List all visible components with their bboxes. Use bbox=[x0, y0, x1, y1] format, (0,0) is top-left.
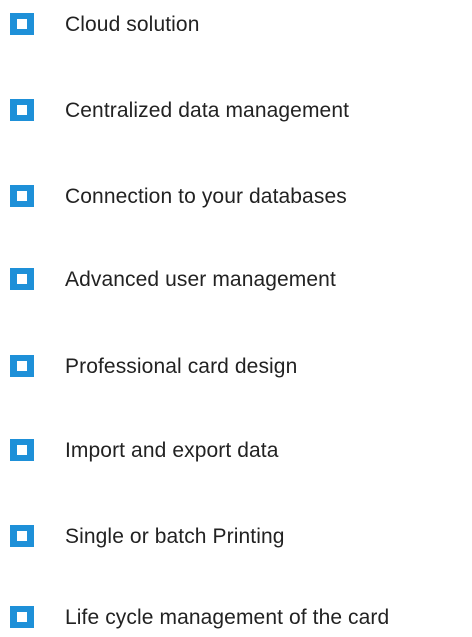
feature-item-advanced-user-management: Advanced user management bbox=[0, 265, 472, 295]
feature-item-connection-to-databases: Connection to your databases bbox=[0, 182, 472, 212]
feature-label: Cloud solution bbox=[65, 13, 200, 36]
feature-label: Single or batch Printing bbox=[65, 525, 285, 548]
feature-item-centralized-data-management: Centralized data management bbox=[0, 96, 472, 126]
square-bullet-icon bbox=[10, 525, 34, 547]
feature-item-single-batch-printing: Single or batch Printing bbox=[0, 522, 472, 552]
feature-item-cloud-solution: Cloud solution bbox=[0, 10, 472, 40]
square-bullet-icon bbox=[10, 185, 34, 207]
feature-label: Professional card design bbox=[65, 355, 298, 378]
feature-item-import-export-data: Import and export data bbox=[0, 436, 472, 466]
square-bullet-icon bbox=[10, 99, 34, 121]
feature-label: Centralized data management bbox=[65, 99, 350, 122]
feature-label: Connection to your databases bbox=[65, 185, 347, 208]
feature-item-card-life-cycle: Life cycle management of the card bbox=[0, 603, 472, 633]
square-bullet-icon bbox=[10, 13, 34, 35]
feature-label: Advanced user management bbox=[65, 268, 336, 291]
square-bullet-icon bbox=[10, 606, 34, 628]
feature-label: Life cycle management of the card bbox=[65, 606, 390, 629]
square-bullet-icon bbox=[10, 439, 34, 461]
feature-item-professional-card-design: Professional card design bbox=[0, 352, 472, 382]
feature-label: Import and export data bbox=[65, 439, 279, 462]
square-bullet-icon bbox=[10, 268, 34, 290]
square-bullet-icon bbox=[10, 355, 34, 377]
